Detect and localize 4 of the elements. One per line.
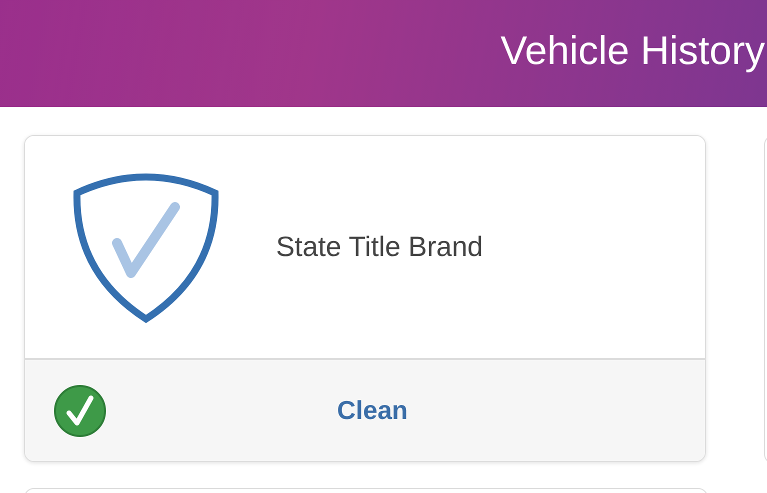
- shield-check-icon: [71, 173, 221, 323]
- card-title: State Title Brand: [276, 231, 484, 263]
- status-text: Clean: [337, 395, 408, 426]
- page-title: Vehicle History: [500, 29, 765, 75]
